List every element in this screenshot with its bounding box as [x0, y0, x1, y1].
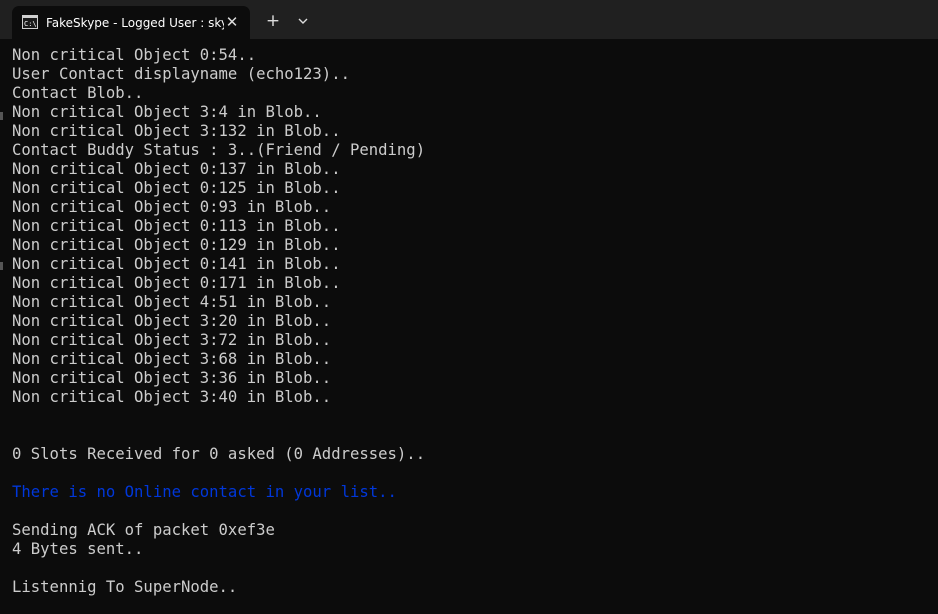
console-line: Non critical Object 4:51 in Blob..	[12, 293, 332, 311]
terminal-icon: C:\	[22, 15, 38, 29]
console-line: Non critical Object 0:137 in Blob..	[12, 160, 341, 178]
console-line: Non critical Object 0:141 in Blob..	[12, 255, 341, 273]
console-line: Non critical Object 0:129 in Blob..	[12, 236, 341, 254]
console-line: Non critical Object 0:54..	[12, 46, 257, 64]
console-line: Sending ACK of packet 0xef3e	[12, 521, 275, 539]
console-line: There is no Online contact in your list.…	[12, 483, 397, 501]
console-line: Contact Buddy Status : 3..(Friend / Pend…	[12, 141, 426, 159]
console-line: Non critical Object 3:68 in Blob..	[12, 350, 332, 368]
console-line: User Contact displayname (echo123)..	[12, 65, 350, 83]
console-line: Non critical Object 3:20 in Blob..	[12, 312, 332, 330]
console-line: Non critical Object 0:113 in Blob..	[12, 217, 341, 235]
console-line: 4 Bytes sent..	[12, 540, 144, 558]
tab-bar: C:\ FakeSkype - Logged User : sky ✕ +	[0, 0, 938, 39]
scroll-mark	[0, 262, 6, 270]
console-line: Non critical Object 3:36 in Blob..	[12, 369, 332, 387]
scroll-mark	[0, 112, 6, 120]
console-output: Non critical Object 0:54.. User Contact d…	[12, 46, 932, 597]
console-line: Non critical Object 0:171 in Blob..	[12, 274, 341, 292]
console-line: 0 Slots Received for 0 asked (0 Addresse…	[12, 445, 426, 463]
svg-text:C:\: C:\	[24, 20, 37, 28]
console-line: Non critical Object 3:40 in Blob..	[12, 388, 332, 406]
console-line: Non critical Object 0:93 in Blob..	[12, 198, 332, 216]
terminal-window: C:\ FakeSkype - Logged User : sky ✕ + No…	[0, 0, 938, 614]
console-line: Non critical Object 0:125 in Blob..	[12, 179, 341, 197]
tab-fakeskype[interactable]: C:\ FakeSkype - Logged User : sky ✕	[12, 6, 250, 39]
close-icon[interactable]: ✕	[224, 13, 240, 31]
chevron-down-icon[interactable]	[293, 11, 313, 31]
console-line: Contact Blob..	[12, 84, 144, 102]
tab-title: FakeSkype - Logged User : sky	[46, 16, 224, 30]
console-line: Non critical Object 3:4 in Blob..	[12, 103, 322, 121]
console-line: Listennig To SuperNode..	[12, 578, 238, 596]
console-line: Non critical Object 3:72 in Blob..	[12, 331, 332, 349]
plus-icon[interactable]: +	[262, 11, 284, 31]
console-line: Non critical Object 3:132 in Blob..	[12, 122, 341, 140]
